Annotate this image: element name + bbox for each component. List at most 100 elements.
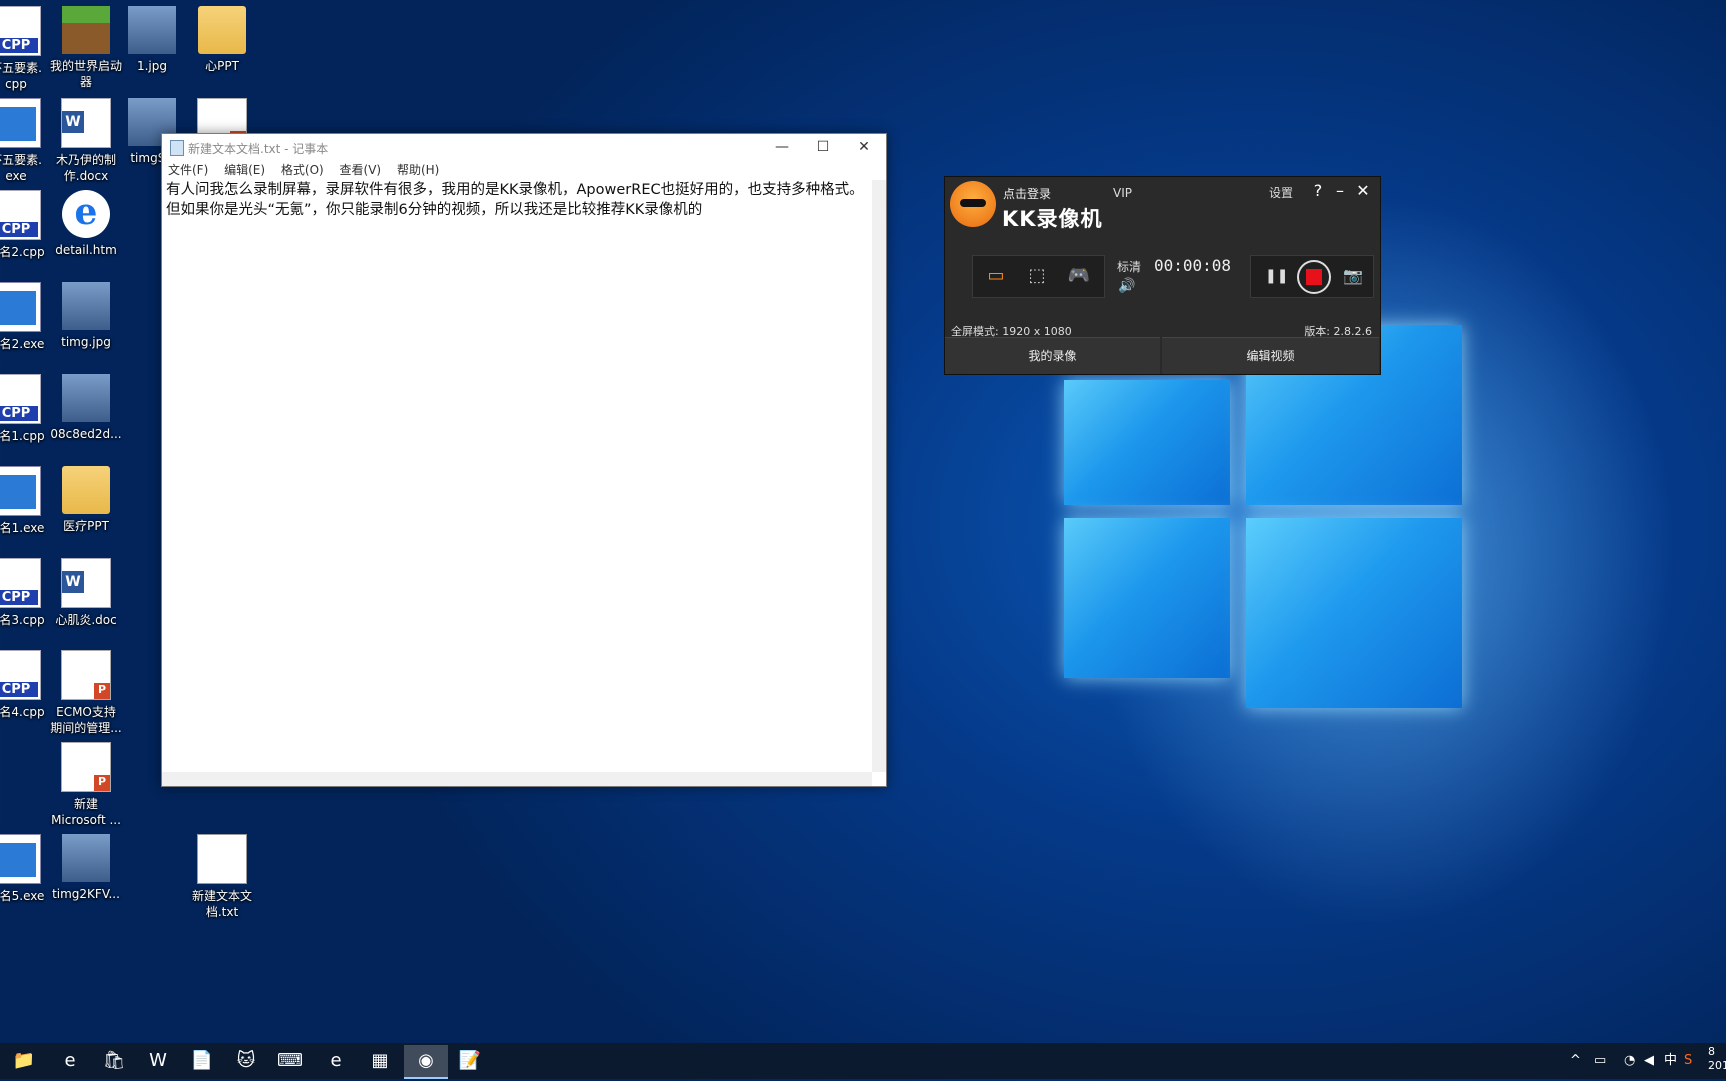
exe-file-icon bbox=[0, 282, 41, 332]
tray-overflow-icon[interactable]: ^ bbox=[1570, 1043, 1581, 1079]
quality-select[interactable]: 标清 bbox=[1117, 258, 1141, 275]
volume-icon[interactable]: ◀ bbox=[1644, 1043, 1654, 1079]
ime-indicator[interactable]: 中 bbox=[1664, 1043, 1677, 1079]
desktop-icon-label: 心PPT bbox=[205, 59, 239, 73]
cpp-file-icon bbox=[0, 190, 41, 240]
sogou-icon[interactable]: S bbox=[1684, 1043, 1692, 1079]
desktop-icon[interactable]: timg2KFV... bbox=[40, 834, 132, 902]
notepad-window[interactable]: 新建文本文档.txt - 记事本 — ☐ ✕ 文件(F) 编辑(E) 格式(O)… bbox=[161, 133, 887, 787]
clock-time: 8 bbox=[1708, 1045, 1715, 1058]
dev-cpp-icon[interactable]: ⌨ bbox=[268, 1045, 312, 1077]
kk-recorder-window[interactable]: 点击登录 VIP KK录像机 设置 ? – ✕ ▭ ⬚ 🎮 标清 🔊 00:00… bbox=[944, 176, 1381, 375]
desktop-icon-label: 心肌炎.doc bbox=[55, 613, 117, 627]
photo-file-icon bbox=[62, 834, 110, 882]
battery-icon[interactable]: ▭ bbox=[1594, 1043, 1606, 1079]
desktop-icon-label: 08c8ed2d... bbox=[50, 427, 122, 441]
document-icon[interactable]: 📄 bbox=[180, 1045, 224, 1077]
cpp-file-icon bbox=[0, 6, 41, 56]
desktop-icon[interactable]: ECMO支持 期间的管理... bbox=[40, 650, 132, 736]
maximize-button[interactable]: ☐ bbox=[803, 134, 843, 160]
kk-recorder-taskbar-icon[interactable]: ◉ bbox=[404, 1045, 448, 1079]
cpp-file-icon bbox=[0, 374, 41, 424]
exe-file-icon bbox=[0, 98, 41, 148]
photo-file-icon bbox=[62, 374, 110, 422]
ppt-file-icon bbox=[61, 742, 111, 792]
fullscreen-mode-icon[interactable]: ▭ bbox=[981, 264, 1011, 288]
menu-bar: 文件(F) 编辑(E) 格式(O) 查看(V) 帮助(H) bbox=[162, 160, 886, 180]
desktop-icon[interactable]: 心PPT bbox=[176, 6, 268, 74]
word-icon[interactable]: W bbox=[136, 1045, 180, 1077]
text-editor[interactable]: 有人问我怎么录制屏幕，录屏软件有很多，我用的是KK录像机，ApowerREC也挺… bbox=[164, 180, 872, 772]
store-icon[interactable]: 🛍 bbox=[92, 1045, 136, 1077]
settings-link[interactable]: 设置 bbox=[1269, 184, 1293, 201]
wallpaper-pane bbox=[1246, 518, 1462, 708]
stop-record-button[interactable] bbox=[1297, 260, 1331, 294]
doc-file-icon bbox=[61, 98, 111, 148]
edit-video-button[interactable]: 编辑视频 bbox=[1162, 337, 1379, 374]
exe-file-icon bbox=[0, 834, 41, 884]
login-link[interactable]: 点击登录 bbox=[1003, 185, 1051, 202]
desktop-icon-label: 新建文本文 档.txt bbox=[191, 889, 252, 919]
desktop-icon-label: timg.jpg bbox=[61, 335, 111, 349]
region-mode-icon[interactable]: ⬚ bbox=[1022, 264, 1052, 288]
minecraft-icon[interactable]: ▦ bbox=[358, 1045, 402, 1077]
record-timer: 00:00:08 bbox=[1154, 256, 1232, 275]
mc-file-icon bbox=[62, 6, 110, 54]
desktop-icon[interactable]: 新建 Microsoft ... bbox=[40, 742, 132, 828]
desktop-icon[interactable]: 医疗PPT bbox=[40, 466, 132, 534]
cpp-file-icon bbox=[0, 558, 41, 608]
txt-file-icon bbox=[197, 834, 247, 884]
cat-app-icon[interactable]: 🐱 bbox=[224, 1045, 268, 1077]
ppt-file-icon bbox=[61, 650, 111, 700]
menu-file[interactable]: 文件(F) bbox=[162, 160, 214, 180]
camera-icon[interactable]: 📷 bbox=[1343, 266, 1363, 285]
desktop-icon-label: 医疗PPT bbox=[63, 519, 109, 533]
folder-file-icon bbox=[198, 6, 246, 54]
taskbar: 📁 e 🛍 W 📄 🐱 ⌨ e ▦ ◉ 📝 ^ ▭ ◔ ◀ 中 S 8 201 bbox=[0, 1043, 1726, 1079]
close-button[interactable]: ✕ bbox=[844, 134, 884, 160]
desktop-icon-label: detail.htm bbox=[55, 243, 117, 257]
desktop-icon-label: 新建 Microsoft ... bbox=[51, 797, 121, 827]
desktop-icon[interactable]: detail.htm bbox=[40, 190, 132, 258]
vertical-scrollbar[interactable] bbox=[872, 180, 886, 772]
menu-edit[interactable]: 编辑(E) bbox=[218, 160, 271, 180]
desktop-icon[interactable]: 新建文本文 档.txt bbox=[176, 834, 268, 920]
network-icon[interactable]: ◔ bbox=[1624, 1043, 1635, 1079]
speaker-icon[interactable]: 🔊 bbox=[1118, 278, 1135, 294]
desktop-icon[interactable]: timg.jpg bbox=[40, 282, 132, 350]
minimize-button[interactable]: – bbox=[1329, 180, 1351, 202]
app-brand: KK录像机 bbox=[1002, 207, 1103, 231]
notepad-titlebar[interactable]: 新建文本文档.txt - 记事本 — ☐ ✕ bbox=[162, 134, 886, 160]
doc-file-icon bbox=[61, 558, 111, 608]
ie-file-icon bbox=[62, 190, 110, 238]
folder-file-icon bbox=[62, 466, 110, 514]
close-button[interactable]: ✕ bbox=[1352, 180, 1374, 202]
pause-icon[interactable]: ❚❚ bbox=[1265, 268, 1288, 284]
record-controls: ❚❚ 📷 bbox=[1250, 255, 1374, 298]
text-line: 有人问我怎么录制屏幕，录屏软件有很多，我用的是KK录像机，ApowerREC也挺… bbox=[166, 182, 864, 198]
cpp-file-icon bbox=[0, 650, 41, 700]
help-button[interactable]: ? bbox=[1307, 180, 1329, 202]
window-title: 新建文本文档.txt - 记事本 bbox=[188, 142, 329, 156]
ie-icon[interactable]: e bbox=[314, 1045, 358, 1077]
menu-view[interactable]: 查看(V) bbox=[334, 160, 388, 180]
desktop-icon-label: timg2KFV... bbox=[52, 887, 120, 901]
notepad-taskbar-icon[interactable]: 📝 bbox=[448, 1045, 492, 1077]
menu-help[interactable]: 帮助(H) bbox=[391, 160, 445, 180]
wallpaper-pane bbox=[1064, 518, 1230, 678]
photo-file-icon bbox=[128, 6, 176, 54]
edge-icon[interactable]: e bbox=[48, 1045, 92, 1077]
desktop-icon[interactable]: 心肌炎.doc bbox=[40, 558, 132, 628]
wallpaper-pane bbox=[1064, 380, 1230, 505]
vip-link[interactable]: VIP bbox=[1113, 186, 1132, 200]
minimize-button[interactable]: — bbox=[762, 134, 802, 160]
game-mode-icon[interactable]: 🎮 bbox=[1064, 264, 1094, 288]
photo-file-icon bbox=[62, 282, 110, 330]
menu-format[interactable]: 格式(O) bbox=[275, 160, 330, 180]
my-recordings-button[interactable]: 我的录像 bbox=[945, 337, 1160, 374]
desktop-icon[interactable]: 08c8ed2d... bbox=[40, 374, 132, 442]
horizontal-scrollbar[interactable] bbox=[162, 772, 872, 786]
file-explorer-icon[interactable]: 📁 bbox=[2, 1045, 46, 1077]
clock[interactable]: 8 201 bbox=[1708, 1045, 1726, 1081]
text-line: 但如果你是光头“无氪”，你只能录制6分钟的视频，所以我还是比较推荐KK录像机的 bbox=[166, 202, 703, 218]
